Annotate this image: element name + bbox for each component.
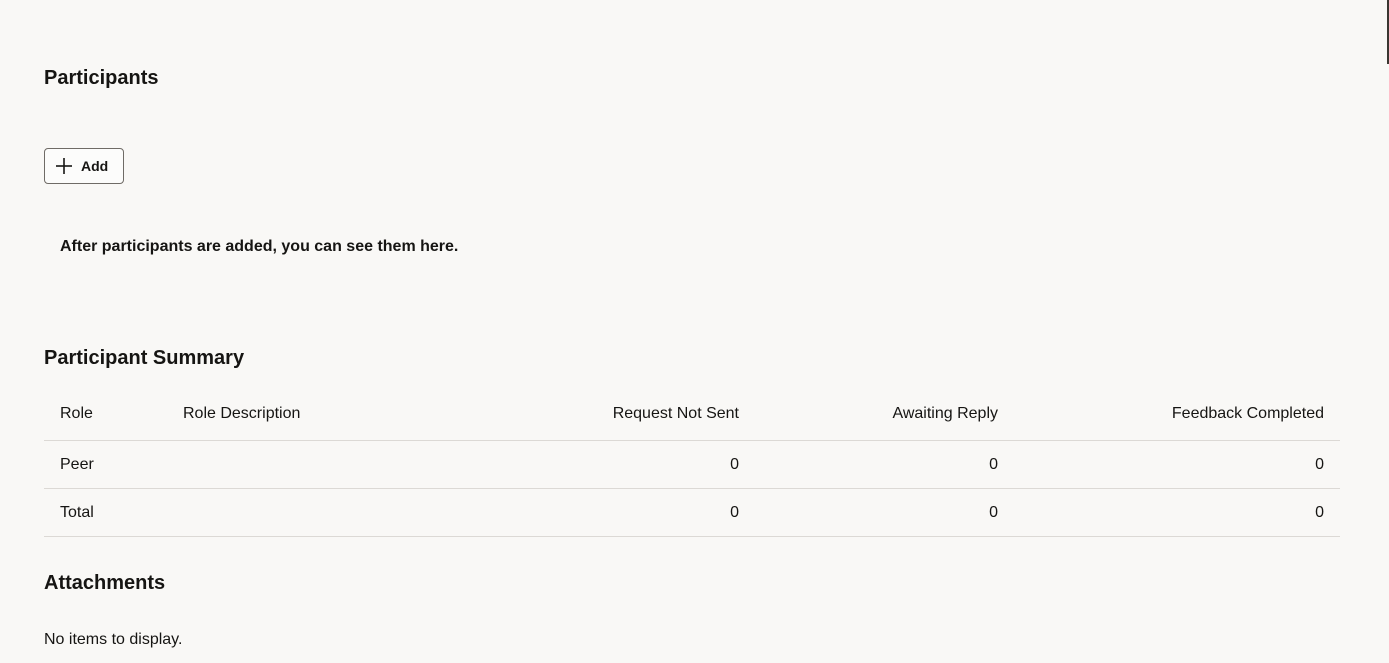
participants-title: Participants	[44, 67, 159, 89]
add-participant-button[interactable]: Add	[44, 148, 124, 184]
cell-role-description	[167, 440, 463, 489]
cell-role-description	[167, 488, 463, 537]
column-header-feedback-completed: Feedback Completed	[1014, 388, 1340, 441]
cell-feedback-completed: 0	[1014, 440, 1340, 489]
participants-empty-message: After participants are added, you can se…	[60, 238, 459, 255]
column-header-awaiting-reply: Awaiting Reply	[755, 388, 1014, 441]
cell-feedback-completed: 0	[1014, 488, 1340, 537]
page: Participants Add After participants are …	[0, 0, 1389, 663]
table-row: Peer 0 0 0	[44, 440, 1340, 489]
cell-request-not-sent: 0	[463, 488, 755, 537]
attachments-empty-message: No items to display.	[44, 631, 183, 648]
cell-role: Total	[44, 488, 167, 537]
cell-awaiting-reply: 0	[755, 488, 1014, 537]
participant-summary-title: Participant Summary	[44, 347, 245, 369]
attachments-title: Attachments	[44, 572, 166, 594]
add-button-label: Add	[81, 158, 109, 174]
cell-awaiting-reply: 0	[755, 440, 1014, 489]
cell-role: Peer	[44, 440, 167, 489]
column-header-role-description: Role Description	[167, 388, 463, 441]
table-header-row: Role Role Description Request Not Sent A…	[44, 388, 1340, 441]
column-header-role: Role	[44, 388, 167, 441]
table-row: Total 0 0 0	[44, 488, 1340, 537]
column-header-request-not-sent: Request Not Sent	[463, 388, 755, 441]
cell-request-not-sent: 0	[463, 440, 755, 489]
participant-summary-table: Role Role Description Request Not Sent A…	[44, 388, 1340, 537]
plus-icon	[55, 157, 73, 175]
